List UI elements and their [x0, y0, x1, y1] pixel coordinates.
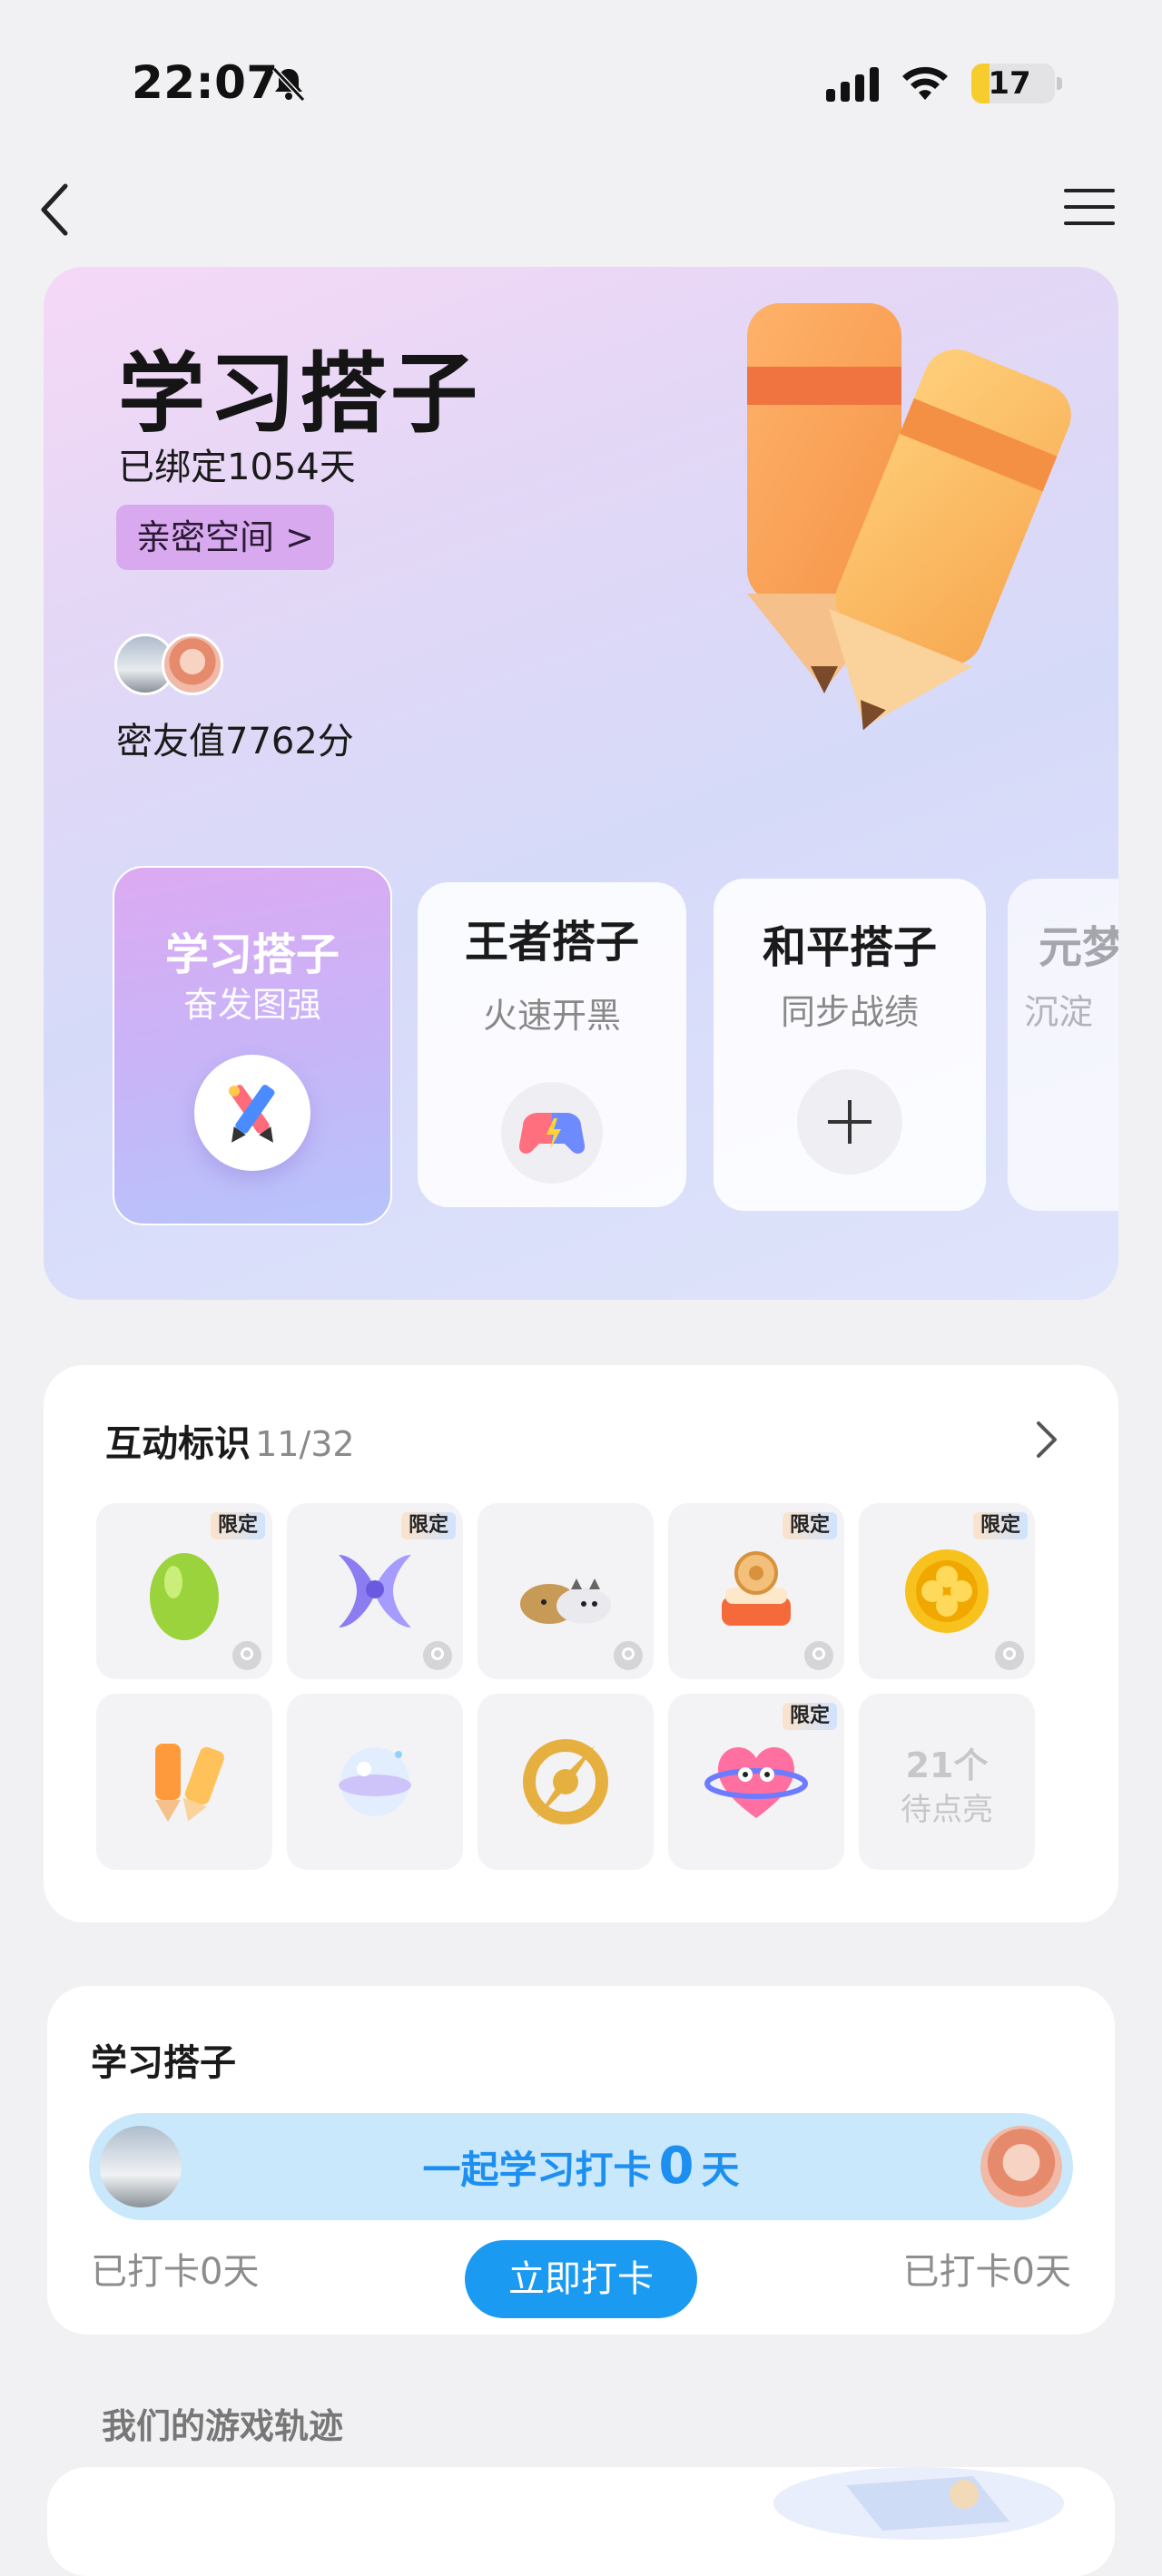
badge-crystal-ball[interactable]: [287, 1694, 463, 1870]
limited-tag: 限定: [782, 1703, 837, 1730]
avatar-partner[interactable]: [162, 634, 223, 695]
medal-icon: [995, 1641, 1024, 1670]
plus-icon[interactable]: [797, 1069, 902, 1175]
game-art-image: [773, 2467, 1064, 2540]
medal-icon: [423, 1641, 452, 1670]
chevron-right-icon[interactable]: [1029, 1414, 1062, 1465]
checkin-progress-bar: 一起学习打卡 0 天: [89, 2113, 1073, 2220]
badges-title: 互动标识: [105, 1423, 251, 1465]
gold-coin-icon: [905, 1549, 989, 1633]
game-track-title: 我们的游戏轨迹: [102, 2406, 344, 2446]
progress-days: 0: [658, 2137, 694, 2196]
back-button[interactable]: [33, 177, 84, 242]
limited-tag: 限定: [400, 1512, 456, 1539]
medal-icon: [232, 1641, 261, 1670]
tile-peace-buddy[interactable]: 和平搭子 同步战绩: [714, 879, 986, 1211]
purple-ribbon-icon: [339, 1555, 411, 1627]
checkin-button[interactable]: 立即打卡: [465, 2240, 697, 2318]
limited-tag: 限定: [782, 1512, 837, 1539]
badges-header[interactable]: 互动标识 11/32: [105, 1414, 355, 1467]
badge-gold-coin[interactable]: 限定: [859, 1503, 1035, 1679]
gold-target-icon: [523, 1739, 608, 1824]
badge-heart-planet[interactable]: 限定: [668, 1694, 844, 1870]
bound-days: 已绑定1054天: [118, 447, 356, 488]
cake-icon: [722, 1551, 791, 1626]
tile-title: 元梦: [1038, 922, 1118, 973]
crystal-ball-icon: [339, 1747, 411, 1816]
pencils-illustration: [747, 303, 1071, 730]
menu-button[interactable]: [1060, 182, 1118, 232]
pending-label: 待点亮: [901, 1792, 993, 1828]
badges-card: 互动标识 11/32 限定 限定 限定 限定 限定 21个 待点亮: [44, 1365, 1118, 1922]
battery-level: 17: [988, 65, 1031, 102]
badge-pencils[interactable]: [96, 1694, 272, 1870]
tile-subtitle: 奋发图强: [182, 985, 321, 1025]
badge-green-egg[interactable]: 限定: [96, 1503, 272, 1679]
wifi-icon: [902, 66, 948, 100]
limited-tag: 限定: [972, 1512, 1028, 1539]
gamepad-icon: [501, 1082, 603, 1184]
tile-title: 学习搭子: [164, 929, 340, 980]
badge-cat-dog[interactable]: [478, 1503, 654, 1679]
medal-icon: [614, 1641, 643, 1670]
bell-muted-icon: [271, 66, 306, 103]
badges-pending[interactable]: 21个 待点亮: [859, 1694, 1035, 1870]
pending-count: 21个: [905, 1745, 989, 1785]
checkin-progress-text: 一起学习打卡 0 天: [89, 2113, 1073, 2224]
hero-card: 学习搭子 已绑定1054天 亲密空间 > 密友值7762分 学习搭子 奋发图强: [44, 267, 1118, 1300]
checkin-title: 学习搭子: [91, 2042, 236, 2084]
buddy-tiles: 学习搭子 奋发图强 王者搭子 火速开黑 和平搭子 同步战绩 元梦 沉淀: [44, 866, 1118, 1229]
progress-prefix: 一起学习打卡: [422, 2148, 652, 2192]
green-egg-icon: [150, 1553, 219, 1640]
badge-cake[interactable]: 限定: [668, 1503, 844, 1679]
hero-title: 学习搭子: [118, 343, 481, 445]
tile-subtitle: 沉淀: [1023, 992, 1093, 1032]
tile-subtitle: 火速开黑: [482, 996, 621, 1036]
status-time: 22:07: [132, 56, 279, 109]
intimate-space-button[interactable]: 亲密空间 >: [116, 505, 334, 570]
tile-study-buddy[interactable]: 学习搭子 奋发图强: [113, 866, 392, 1225]
progress-suffix: 天: [701, 2148, 740, 2192]
tile-subtitle: 同步战绩: [780, 992, 919, 1032]
checkin-card: 学习搭子 一起学习打卡 0 天 已打卡0天 立即打卡 已打卡0天: [47, 1986, 1115, 2335]
cat-dog-icon: [520, 1578, 611, 1624]
badges-count: 11/32: [255, 1424, 355, 1464]
game-track-card[interactable]: [47, 2467, 1115, 2576]
badge-gold-target[interactable]: [478, 1694, 654, 1870]
battery-indicator: 17: [971, 64, 1062, 103]
medal-icon: [804, 1641, 833, 1670]
badge-purple-ribbon[interactable]: 限定: [287, 1503, 463, 1679]
pencils-badge-icon: [155, 1744, 224, 1822]
avatar-partner: [980, 2126, 1062, 2207]
tile-title: 王者搭子: [464, 917, 639, 968]
user-checkin-count: 已打卡0天: [91, 2251, 260, 2293]
friend-score: 密友值7762分: [116, 721, 354, 762]
signal-icon: [826, 67, 879, 102]
tile-king-buddy[interactable]: 王者搭子 火速开黑: [418, 882, 686, 1207]
tile-yuanmeng-buddy[interactable]: 元梦 沉淀: [1008, 879, 1118, 1211]
limited-tag: 限定: [210, 1512, 265, 1539]
avatar-group: [114, 634, 232, 695]
heart-planet-icon: [704, 1747, 808, 1818]
partner-checkin-count: 已打卡0天: [902, 2251, 1071, 2293]
tile-title: 和平搭子: [762, 922, 937, 973]
pencils-icon: [194, 1055, 310, 1171]
